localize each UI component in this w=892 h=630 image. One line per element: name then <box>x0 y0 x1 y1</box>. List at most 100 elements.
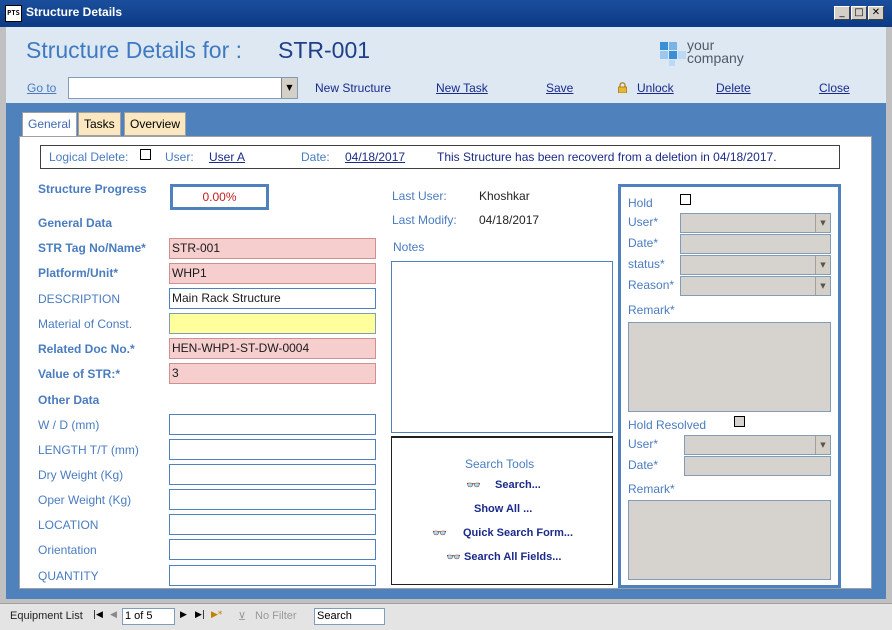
nav-search-input[interactable]: Search <box>314 608 385 625</box>
search-tools-panel: Search Tools 👓 Search... Show All ... 👓 … <box>391 436 613 585</box>
location-label: LOCATION <box>38 518 99 532</box>
header-area: Structure Details for : STR-001 your com… <box>6 27 886 103</box>
progress-label: Structure Progress <box>38 182 147 196</box>
notes-textarea[interactable] <box>391 261 613 433</box>
maximize-button[interactable]: □ <box>851 6 867 20</box>
previous-record-button[interactable]: ◀ <box>110 610 117 620</box>
hold-status-label: status* <box>628 257 665 271</box>
orientation-field[interactable] <box>169 539 376 560</box>
chevron-down-icon: ▼ <box>815 214 830 232</box>
resolved-remark-label: Remark* <box>628 482 675 496</box>
chevron-down-icon: ▼ <box>815 436 830 454</box>
goto-dropdown[interactable]: ▼ <box>68 77 298 99</box>
recovery-message: This Structure has been recoverd from a … <box>437 150 777 164</box>
last-user-value: Khoshkar <box>479 189 530 203</box>
deletion-info-strip: Logical Delete: User: User A Date: 04/18… <box>40 145 840 169</box>
new-task-button[interactable]: New Task <box>436 81 488 95</box>
oper-weight-label: Oper Weight (Kg) <box>38 493 132 507</box>
date-label: Date: <box>301 150 330 164</box>
notes-label: Notes <box>393 240 425 254</box>
hold-user-label: User* <box>628 215 659 229</box>
resolved-date-label: Date* <box>628 458 659 472</box>
chevron-down-icon: ▼ <box>815 256 830 274</box>
chevron-down-icon[interactable]: ▼ <box>281 78 297 98</box>
record-number-input[interactable]: 1 of 5 <box>122 608 175 625</box>
resolved-user-label: User* <box>628 437 659 451</box>
quick-search-link[interactable]: Quick Search Form... <box>463 527 573 539</box>
quantity-field[interactable] <box>169 565 376 586</box>
orientation-label: Orientation <box>38 543 97 557</box>
value-of-str-field[interactable]: 3 <box>169 363 376 384</box>
description-label: DESCRIPTION <box>38 292 121 306</box>
resolved-date-field[interactable] <box>684 456 831 476</box>
logical-delete-checkbox[interactable] <box>140 149 151 160</box>
tab-general[interactable]: General <box>22 112 77 137</box>
hold-remark-textarea[interactable] <box>628 322 831 412</box>
window-title-bar[interactable]: PTS Structure Details _ □ ✕ <box>0 0 892 27</box>
location-field[interactable] <box>169 514 376 535</box>
delete-button[interactable]: Delete <box>716 81 751 95</box>
general-data-heading: General Data <box>38 216 113 230</box>
close-button[interactable]: Close <box>819 81 850 95</box>
hold-user-dropdown[interactable]: ▼ <box>680 213 831 233</box>
hold-status-dropdown[interactable]: ▼ <box>680 255 831 275</box>
unlock-button[interactable]: Unlock <box>637 81 674 95</box>
tab-tasks[interactable]: Tasks <box>78 112 121 136</box>
search-tools-title: Search Tools <box>465 457 535 471</box>
hold-resolved-label: Hold Resolved <box>628 418 707 432</box>
related-doc-field[interactable]: HEN-WHP1-ST-DW-0004 <box>169 338 376 359</box>
logical-delete-label: Logical Delete: <box>49 150 129 164</box>
hold-remark-label: Remark* <box>628 303 675 317</box>
delete-date-value: 04/18/2017 <box>345 150 406 164</box>
hold-reason-label: Reason* <box>628 278 675 292</box>
related-doc-label: Related Doc No.* <box>38 342 135 356</box>
binoculars-icon: 👓 <box>432 526 447 540</box>
save-button[interactable]: Save <box>546 81 573 95</box>
platform-label: Platform/Unit* <box>38 266 119 280</box>
minimize-button[interactable]: _ <box>834 6 850 20</box>
platform-field[interactable]: WHP1 <box>169 263 376 284</box>
chevron-down-icon: ▼ <box>815 277 830 295</box>
search-all-fields-link[interactable]: Search All Fields... <box>464 551 561 563</box>
show-all-link[interactable]: Show All ... <box>474 503 532 515</box>
description-field[interactable]: Main Rack Structure <box>169 288 376 309</box>
oper-weight-field[interactable] <box>169 489 376 510</box>
last-user-label: Last User: <box>392 189 447 203</box>
other-data-heading: Other Data <box>38 393 100 407</box>
hold-panel: Hold User* ▼ Date* status* ▼ Reason* ▼ R… <box>618 184 841 588</box>
hold-checkbox[interactable] <box>680 194 691 205</box>
hold-date-label: Date* <box>628 236 659 250</box>
lock-icon <box>618 82 627 93</box>
funnel-icon: ⊻ <box>238 611 247 623</box>
dry-weight-field[interactable] <box>169 464 376 485</box>
hold-resolved-checkbox[interactable] <box>734 416 745 427</box>
last-record-button[interactable]: ▶| <box>195 610 205 620</box>
resolved-user-dropdown[interactable]: ▼ <box>684 435 831 455</box>
wd-label: W / D (mm) <box>38 418 100 432</box>
value-of-str-label: Value of STR:* <box>38 367 121 381</box>
last-modify-value: 04/18/2017 <box>479 213 540 227</box>
progress-value: 0.00% <box>170 184 269 210</box>
new-structure-button[interactable]: New Structure <box>315 81 391 95</box>
last-modify-label: Last Modify: <box>392 213 457 227</box>
tab-overview[interactable]: Overview <box>124 112 187 136</box>
new-record-button[interactable]: ▶* <box>211 610 222 620</box>
no-filter-button[interactable]: No Filter <box>255 610 297 622</box>
hold-reason-dropdown[interactable]: ▼ <box>680 276 831 296</box>
first-record-button[interactable]: |◀ <box>93 610 103 620</box>
structure-id-title: STR-001 <box>278 37 371 63</box>
form-body: General Tasks Overview Logical Delete: U… <box>6 103 886 599</box>
hold-label: Hold <box>628 196 653 210</box>
window-title: Structure Details <box>26 5 123 19</box>
search-link[interactable]: Search... <box>495 479 541 491</box>
length-field[interactable] <box>169 439 376 460</box>
material-field[interactable] <box>169 313 376 334</box>
hold-date-field[interactable] <box>680 234 831 254</box>
next-record-button[interactable]: ▶ <box>180 610 187 620</box>
wd-field[interactable] <box>169 414 376 435</box>
close-window-button[interactable]: ✕ <box>868 6 884 20</box>
str-tag-field[interactable]: STR-001 <box>169 238 376 259</box>
app-icon: PTS <box>5 5 22 22</box>
user-label: User: <box>165 150 194 164</box>
resolved-remark-textarea[interactable] <box>628 500 831 580</box>
